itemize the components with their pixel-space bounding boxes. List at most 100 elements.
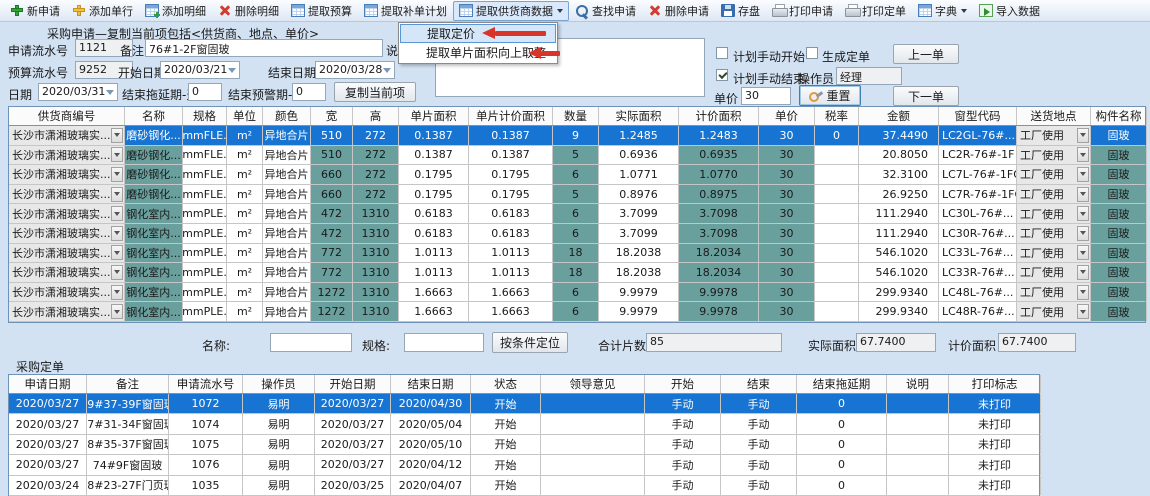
manual-end-checkbox[interactable] [716, 69, 728, 81]
toolbar-button-12[interactable]: 打印定单 [839, 1, 912, 21]
dropdown-arrow-icon[interactable] [1077, 167, 1089, 182]
column-header[interactable]: 单片面积 [399, 107, 469, 125]
column-header[interactable]: 规格 [183, 107, 227, 125]
column-header[interactable]: 实际面积 [599, 107, 679, 125]
toolbar-button-10[interactable]: 存盘 [715, 1, 766, 21]
next-order-button[interactable]: 下一单 [893, 86, 959, 106]
column-header[interactable]: 结束 [721, 375, 797, 393]
dropdown-arrow-icon[interactable] [111, 128, 123, 143]
dropdown-arrow-icon[interactable] [1077, 285, 1089, 300]
date-select[interactable]: 2020/03/31 [38, 83, 118, 101]
table-row[interactable]: 长沙市潇湘玻璃实...磨砂钢化...6mmFLE...m²异地合片5102720… [9, 146, 1145, 166]
dropdown-arrow-icon[interactable] [1077, 147, 1089, 162]
chevron-down-icon[interactable] [961, 9, 967, 13]
table-row[interactable]: 长沙市潇湘玻璃实...钢化室内...6mmPLE...m²异地合片4721310… [9, 204, 1145, 224]
column-header[interactable]: 宽 [311, 107, 353, 125]
table-row[interactable]: 长沙市潇湘玻璃实...钢化室内...6mmPLE...m²异地合片7721310… [9, 244, 1145, 264]
column-header[interactable]: 数量 [553, 107, 599, 125]
column-header[interactable]: 申请日期 [9, 375, 87, 393]
end-date-select[interactable]: 2020/03/28 [315, 61, 395, 79]
toolbar-button-5[interactable]: 提取预算 [285, 1, 358, 21]
column-header[interactable]: 操作员 [243, 375, 315, 393]
unit-price-input[interactable]: 30 [741, 87, 791, 105]
end-delay-input[interactable]: 0 [188, 83, 222, 101]
toolbar-button-13[interactable]: 字典 [912, 1, 973, 21]
column-header[interactable]: 构件名称 [1091, 107, 1147, 125]
filter-name-input[interactable] [270, 333, 352, 352]
column-header[interactable]: 结束日期 [391, 375, 471, 393]
column-header[interactable]: 供货商编号 [9, 107, 125, 125]
table-row[interactable]: 长沙市潇湘玻璃实...钢化室内...6mmPLE...m²异地合片7721310… [9, 263, 1145, 283]
manual-start-checkbox[interactable] [716, 47, 728, 59]
column-header[interactable]: 计价面积 [679, 107, 759, 125]
column-header[interactable]: 结束拖延期 [797, 375, 887, 393]
table-row[interactable]: 长沙市潇湘玻璃实...钢化室内...6mmPLE...m²异地合片1272131… [9, 302, 1145, 322]
column-header[interactable]: 单片计价面积 [469, 107, 553, 125]
dropdown-arrow-icon[interactable] [1077, 206, 1089, 221]
column-header[interactable]: 开始 [645, 375, 721, 393]
table-row[interactable]: 长沙市潇湘玻璃实...钢化室内...6mmPLE...m²异地合片1272131… [9, 283, 1145, 303]
column-header[interactable]: 送货地点 [1017, 107, 1091, 125]
locate-by-condition-button[interactable]: 按条件定位 [492, 332, 568, 353]
table-row[interactable]: 长沙市潇湘玻璃实...磨砂钢化...6mmFLE...m²异地合片6602720… [9, 165, 1145, 185]
column-header[interactable]: 名称 [125, 107, 183, 125]
toolbar-button-9[interactable]: 删除申请 [642, 1, 715, 21]
dropdown-arrow-icon[interactable] [111, 206, 123, 221]
operator-field[interactable]: 经理 [836, 67, 902, 85]
table-row[interactable]: 2020/03/2788#35-37F窗固玻1075易明2020/03/2720… [9, 435, 1039, 455]
dropdown-arrow-icon[interactable] [111, 245, 123, 260]
dropdown-arrow-icon[interactable] [1077, 245, 1089, 260]
previous-order-button[interactable]: 上一单 [893, 44, 959, 64]
column-header[interactable]: 金额 [859, 107, 939, 125]
toolbar-button-14[interactable]: 导入数据 [973, 1, 1046, 21]
dropdown-arrow-icon[interactable] [1077, 187, 1089, 202]
dropdown-arrow-icon[interactable] [111, 285, 123, 300]
toolbar-button-1[interactable]: 新申请 [4, 1, 66, 21]
dropdown-arrow-icon[interactable] [111, 167, 123, 182]
generate-order-checkbox[interactable] [806, 47, 818, 59]
table-row[interactable]: 长沙市潇湘玻璃实...磨砂钢化...6mmFLE...m²异地合片6602720… [9, 185, 1145, 205]
column-header[interactable]: 单价 [759, 107, 815, 125]
toolbar-button-2[interactable]: 添加单行 [66, 1, 139, 21]
reset-button[interactable]: 重置 [799, 85, 861, 106]
toolbar-button-6[interactable]: 提取补单计划 [358, 1, 453, 21]
table-row[interactable]: 2020/03/2488#23-27F门页玻1035易明2020/03/2520… [9, 476, 1039, 496]
dropdown-arrow-icon[interactable] [1077, 128, 1089, 143]
column-header[interactable]: 备注 [87, 375, 169, 393]
dropdown-arrow-icon[interactable] [111, 304, 123, 319]
dropdown-arrow-icon[interactable] [111, 265, 123, 280]
column-header[interactable]: 高 [353, 107, 399, 125]
start-date-select[interactable]: 2020/03/21 [160, 61, 240, 79]
dropdown-arrow-icon[interactable] [111, 226, 123, 241]
column-header[interactable]: 打印标志 [949, 375, 1041, 393]
column-header[interactable]: 领导意见 [541, 375, 645, 393]
filter-spec-input[interactable] [404, 333, 484, 352]
column-header[interactable]: 单位 [227, 107, 263, 125]
toolbar-button-8[interactable]: 查找申请 [569, 1, 642, 21]
dropdown-arrow-icon[interactable] [1077, 304, 1089, 319]
column-header[interactable]: 税率 [815, 107, 859, 125]
dropdown-arrow-icon[interactable] [111, 187, 123, 202]
toolbar-button-11[interactable]: 打印申请 [766, 1, 839, 21]
dropdown-arrow-icon[interactable] [1077, 265, 1089, 280]
toolbar-button-3[interactable]: 添加明细 [139, 1, 212, 21]
copy-current-button[interactable]: 复制当前项 [334, 82, 416, 102]
column-header[interactable]: 颜色 [263, 107, 311, 125]
dropdown-arrow-icon[interactable] [1077, 226, 1089, 241]
column-header[interactable]: 说明 [887, 375, 949, 393]
column-header[interactable]: 申请流水号 [169, 375, 243, 393]
column-header[interactable]: 开始日期 [315, 375, 391, 393]
table-row[interactable]: 2020/03/2787#31-34F窗固玻1074易明2020/03/2720… [9, 414, 1039, 434]
chevron-down-icon[interactable] [557, 9, 563, 13]
remark-input[interactable]: 76#1-2F窗固玻 [145, 39, 383, 57]
table-row[interactable]: 长沙市潇湘玻璃实...钢化室内...6mmPLE...m²异地合片4721310… [9, 224, 1145, 244]
table-row[interactable]: 2020/03/2774#9F窗固玻1076易明2020/03/272020/0… [9, 455, 1039, 475]
table-row[interactable]: 长沙市潇湘玻璃实...磨砂钢化...6mmFLE...m²异地合片5102720… [9, 126, 1145, 146]
column-header[interactable]: 窗型代码 [939, 107, 1017, 125]
table-row[interactable]: 2020/03/2789#37-39F窗固玻1072易明2020/03/2720… [9, 394, 1039, 414]
toolbar-button-4[interactable]: 删除明细 [212, 1, 285, 21]
end-warn-input[interactable]: 0 [292, 83, 326, 101]
dropdown-arrow-icon[interactable] [111, 147, 123, 162]
toolbar-button-7[interactable]: 提取供货商数据 [453, 1, 569, 21]
column-header[interactable]: 状态 [471, 375, 541, 393]
